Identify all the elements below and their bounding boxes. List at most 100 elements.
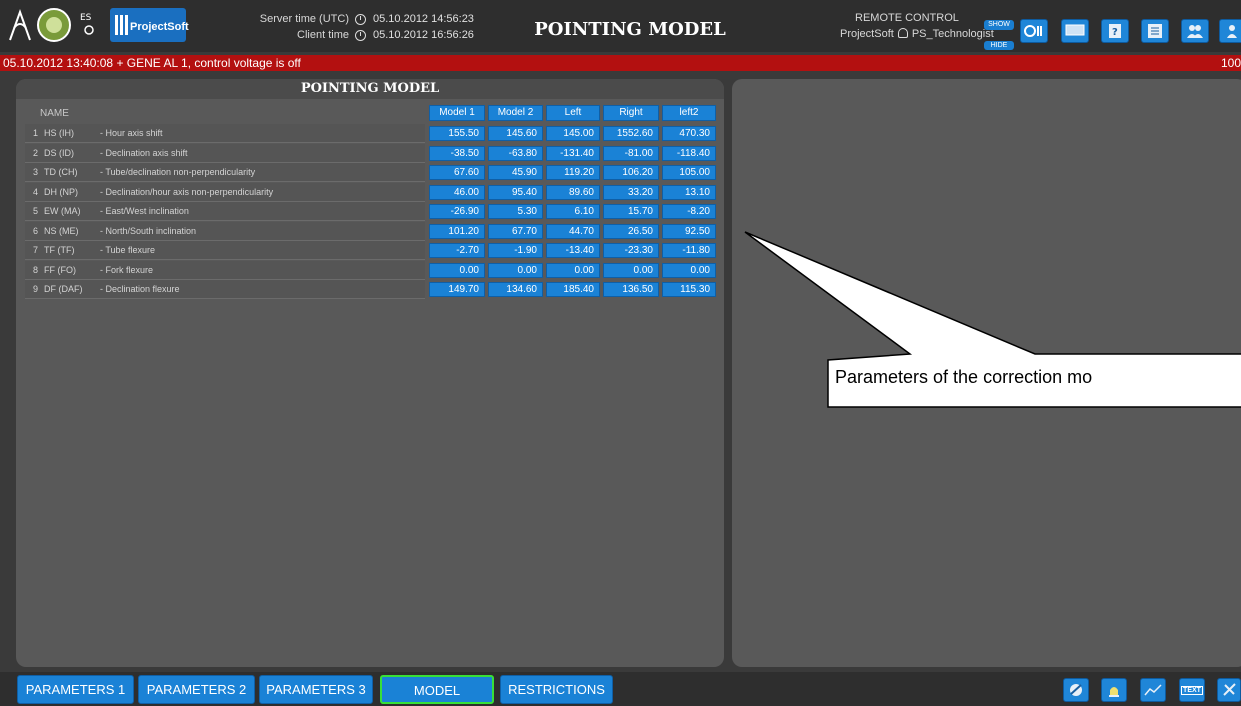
table-row[interactable]: 4 DH (NP) - Declination/hour axis non-perp… — [25, 182, 425, 202]
value-cell[interactable]: 134.60 — [488, 282, 543, 297]
monitor-icon[interactable] — [1061, 19, 1089, 43]
value-cell[interactable]: -81.00 — [603, 145, 659, 161]
value-cell[interactable]: 95.40 — [488, 184, 543, 200]
value-cell[interactable]: 67.70 — [488, 223, 543, 239]
value-cell[interactable]: 145.00 — [546, 126, 600, 141]
table-row[interactable]: 3 TD (CH) - Tube/declination non-perpendic… — [25, 163, 425, 182]
row-description: - East/West inclination — [100, 206, 189, 216]
value-cell[interactable]: 149.70 — [429, 282, 485, 297]
value-cell[interactable]: -131.40 — [546, 145, 600, 161]
value-cell[interactable]: -63.80 — [488, 145, 543, 161]
table-row[interactable]: 5 EW (MA) - East/West inclination — [25, 202, 425, 221]
value-cell[interactable]: -11.80 — [662, 243, 716, 258]
value-cell[interactable]: 0.00 — [662, 262, 716, 278]
alarm-bar[interactable]: 05.10.2012 13:40:08 + GENE AL 1, control… — [0, 55, 1241, 71]
row-number: 7 — [33, 245, 39, 255]
telescope-icon[interactable] — [1020, 19, 1048, 43]
users-icon[interactable] — [1181, 19, 1209, 43]
value-cell[interactable]: 13.10 — [662, 184, 716, 200]
value-cell[interactable]: 46.00 — [429, 184, 485, 200]
value-cell[interactable]: 119.20 — [546, 165, 600, 180]
value-cell[interactable]: 155.50 — [429, 126, 485, 141]
table-row[interactable]: 7 TF (TF) - Tube flexure — [25, 241, 425, 260]
observatory-emblem-icon — [36, 6, 72, 44]
value-cell[interactable]: 185.40 — [546, 282, 600, 297]
row-number: 8 — [33, 264, 39, 275]
value-cell[interactable]: 0.00 — [546, 262, 600, 278]
tools-icon[interactable] — [1217, 678, 1241, 702]
column-header[interactable]: Model 1 — [429, 105, 485, 121]
value-cell[interactable]: 0.00 — [429, 262, 485, 278]
value-cell[interactable]: -1.90 — [488, 243, 543, 258]
value-cell[interactable]: 145.60 — [488, 126, 543, 141]
show-button[interactable]: SHOW — [984, 20, 1014, 30]
name-column-header: NAME — [40, 108, 69, 119]
notes-icon[interactable] — [1141, 19, 1169, 43]
value-cell[interactable]: 45.90 — [488, 165, 543, 180]
server-time-value: 05.10.2012 14:56:23 — [373, 13, 474, 25]
value-cell[interactable]: 5.30 — [488, 204, 543, 219]
row-code: HS (IH) — [44, 128, 74, 138]
help-icon[interactable]: ? — [1101, 19, 1129, 43]
row-number: 6 — [33, 225, 39, 236]
clock-icon — [355, 30, 366, 41]
row-number: 5 — [33, 206, 39, 216]
value-cell[interactable]: 106.20 — [603, 165, 659, 180]
client-time-value: 05.10.2012 16:56:26 — [373, 29, 474, 41]
tab-model[interactable]: MODEL — [380, 675, 494, 704]
text-icon-label: TEXT — [1181, 686, 1203, 695]
row-number: 1 — [33, 128, 39, 138]
table-row[interactable]: 6 NS (ME) - North/South inclination — [25, 221, 425, 241]
tab-parameters-3[interactable]: PARAMETERS 3 — [259, 675, 373, 704]
hide-button[interactable]: HIDE — [984, 41, 1014, 50]
value-cell[interactable]: 67.60 — [429, 165, 485, 180]
remote-user: ProjectSoft — [840, 28, 894, 40]
alarm-icon[interactable] — [1101, 678, 1127, 702]
value-cell[interactable]: 136.50 — [603, 282, 659, 297]
table-row[interactable]: 8 FF (FO) - Fork flexure — [25, 260, 425, 280]
text-icon[interactable]: TEXT — [1179, 678, 1205, 702]
value-cell[interactable]: 6.10 — [546, 204, 600, 219]
column-header[interactable]: left2 — [662, 105, 716, 121]
row-number: 2 — [33, 147, 39, 158]
table-row[interactable]: 9 DF (DAF) - Declination flexure — [25, 280, 425, 299]
panel-title: POINTING MODEL — [16, 79, 724, 99]
row-number: 4 — [33, 186, 39, 197]
column-header[interactable]: Model 2 — [488, 105, 543, 121]
row-description: - Hour axis shift — [100, 128, 163, 138]
value-cell[interactable]: -26.90 — [429, 204, 485, 219]
value-cell[interactable]: 470.30 — [662, 126, 716, 141]
value-cell[interactable]: 33.20 — [603, 184, 659, 200]
trend-icon[interactable] — [1140, 678, 1166, 702]
value-cell[interactable]: 89.60 — [546, 184, 600, 200]
value-cell[interactable]: 105.00 — [662, 165, 716, 180]
value-cell[interactable]: 92.50 — [662, 223, 716, 239]
value-cell[interactable]: 0.00 — [603, 262, 659, 278]
table-row[interactable]: 1 HS (IH) - Hour axis shift — [25, 124, 425, 143]
tab-parameters-2[interactable]: PARAMETERS 2 — [138, 675, 255, 704]
row-description: - Tube flexure — [100, 245, 156, 255]
value-cell[interactable]: 115.30 — [662, 282, 716, 297]
tab-restrictions[interactable]: RESTRICTIONS — [500, 675, 613, 704]
value-cell[interactable]: -2.70 — [429, 243, 485, 258]
value-cell[interactable]: 44.70 — [546, 223, 600, 239]
value-cell[interactable]: 26.50 — [603, 223, 659, 239]
value-cell[interactable]: -118.40 — [662, 145, 716, 161]
value-cell[interactable]: 101.20 — [429, 223, 485, 239]
tab-parameters-1[interactable]: PARAMETERS 1 — [17, 675, 134, 704]
dome-icon[interactable] — [1063, 678, 1089, 702]
value-cell[interactable]: -23.30 — [603, 243, 659, 258]
table-row[interactable]: 2 DS (ID) - Declination axis shift — [25, 143, 425, 163]
value-cell[interactable]: 0.00 — [488, 262, 543, 278]
column-header[interactable]: Right — [603, 105, 659, 121]
value-cell[interactable]: -13.40 — [546, 243, 600, 258]
column-header[interactable]: Left — [546, 105, 600, 121]
remote-role: PS_Technologist — [911, 28, 994, 40]
value-cell[interactable]: -8.20 — [662, 204, 716, 219]
svg-text:ES: ES — [80, 13, 92, 23]
value-cell[interactable]: 1552.60 — [603, 126, 659, 141]
row-description: - North/South inclination — [100, 225, 197, 236]
value-cell[interactable]: -38.50 — [429, 145, 485, 161]
value-cell[interactable]: 15.70 — [603, 204, 659, 219]
group-icon[interactable] — [1219, 19, 1241, 43]
